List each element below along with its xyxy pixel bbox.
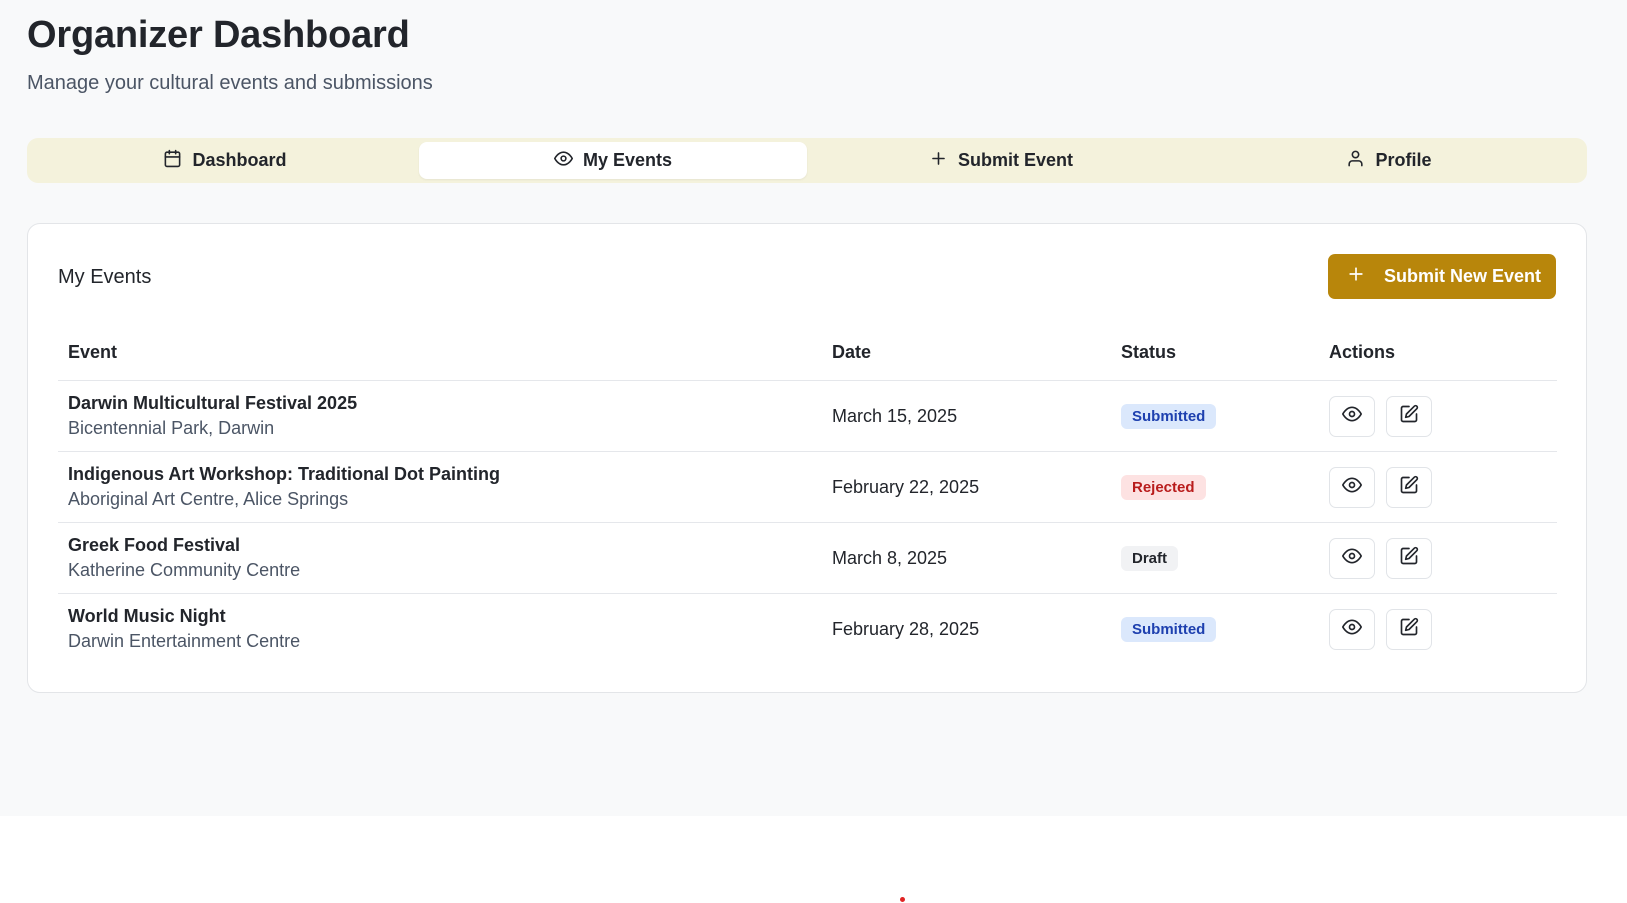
plus-icon [929, 149, 948, 173]
event-date: February 28, 2025 [832, 618, 980, 639]
view-button[interactable] [1329, 395, 1375, 437]
tab-bar: Dashboard My Events Submit Event Profile [27, 138, 1587, 183]
event-date: March 8, 2025 [832, 547, 948, 568]
tab-label: Dashboard [192, 150, 287, 170]
actions-cell [1329, 395, 1557, 437]
event-cell: World Music Night Darwin Entertainment C… [58, 604, 832, 654]
tab-label: Submit Event [957, 150, 1073, 170]
column-header-actions: Actions [1329, 341, 1396, 362]
table-row: Darwin Multicultural Festival 2025 Bicen… [58, 381, 1557, 452]
edit-icon [1399, 546, 1419, 571]
event-name: World Music Night [68, 606, 226, 626]
event-name: Indigenous Art Workshop: Traditional Dot… [68, 464, 500, 484]
event-name: Greek Food Festival [68, 535, 241, 555]
card-title: My Events [58, 266, 152, 288]
tab-submit-event[interactable]: Submit Event [807, 142, 1195, 179]
events-table: Event Date Status Actions Darwin Multicu… [58, 324, 1557, 664]
event-cell: Greek Food Festival Katherine Community … [58, 533, 832, 583]
view-button[interactable] [1329, 537, 1375, 579]
tab-my-events[interactable]: My Events [419, 142, 807, 179]
status-badge: Submitted [1121, 403, 1217, 429]
edit-icon [1399, 617, 1419, 642]
page-title: Organizer Dashboard [27, 14, 410, 56]
edit-button[interactable] [1386, 466, 1432, 508]
table-body: Darwin Multicultural Festival 2025 Bicen… [58, 381, 1557, 664]
actions-cell [1329, 537, 1557, 579]
edit-icon [1399, 475, 1419, 500]
table-header: Event Date Status Actions [58, 324, 1557, 381]
submit-new-event-button[interactable]: Submit New Event [1327, 254, 1556, 299]
event-location: Aboriginal Art Centre, Alice Springs [68, 489, 349, 509]
tab-profile[interactable]: Profile [1195, 142, 1583, 179]
actions-cell [1329, 466, 1557, 508]
view-button[interactable] [1329, 466, 1375, 508]
status-badge: Rejected [1121, 474, 1206, 500]
status-cell: Submitted [1121, 616, 1329, 642]
event-date: February 22, 2025 [832, 476, 980, 497]
edit-button[interactable] [1386, 395, 1432, 437]
status-cell: Draft [1121, 545, 1329, 571]
eye-icon [553, 149, 573, 173]
plus-icon [1346, 264, 1366, 289]
edit-button[interactable] [1386, 537, 1432, 579]
status-cell: Submitted [1121, 403, 1329, 429]
column-header-date: Date [832, 341, 872, 362]
edit-icon [1399, 404, 1419, 429]
event-cell: Indigenous Art Workshop: Traditional Dot… [58, 462, 832, 512]
status-badge: Draft [1121, 545, 1179, 571]
column-header-status: Status [1121, 341, 1177, 362]
event-location: Darwin Entertainment Centre [68, 631, 301, 651]
events-card: My Events Submit New Event Event Date St… [27, 223, 1587, 693]
view-button[interactable] [1329, 608, 1375, 650]
event-name: Darwin Multicultural Festival 2025 [68, 393, 358, 413]
tab-label: My Events [582, 150, 673, 170]
actions-cell [1329, 608, 1557, 650]
event-location: Katherine Community Centre [68, 560, 301, 580]
cursor-dot [900, 897, 905, 902]
edit-button[interactable] [1386, 608, 1432, 650]
table-row: Indigenous Art Workshop: Traditional Dot… [58, 452, 1557, 523]
submit-new-event-label: Submit New Event [1383, 266, 1541, 286]
eye-icon [1342, 475, 1362, 500]
table-row: Greek Food Festival Katherine Community … [58, 523, 1557, 594]
eye-icon [1342, 546, 1362, 571]
event-location: Bicentennial Park, Darwin [68, 418, 275, 438]
status-cell: Rejected [1121, 474, 1329, 500]
event-date: March 15, 2025 [832, 405, 958, 426]
eye-icon [1342, 404, 1362, 429]
tab-dashboard[interactable]: Dashboard [31, 142, 419, 179]
user-icon [1346, 149, 1365, 173]
event-cell: Darwin Multicultural Festival 2025 Bicen… [58, 391, 832, 441]
page-subtitle: Manage your cultural events and submissi… [27, 72, 433, 94]
calendar-icon [163, 149, 182, 173]
tab-label: Profile [1375, 150, 1432, 170]
column-header-event: Event [68, 341, 118, 362]
eye-icon [1342, 617, 1362, 642]
table-row: World Music Night Darwin Entertainment C… [58, 594, 1557, 664]
status-badge: Submitted [1121, 616, 1217, 642]
